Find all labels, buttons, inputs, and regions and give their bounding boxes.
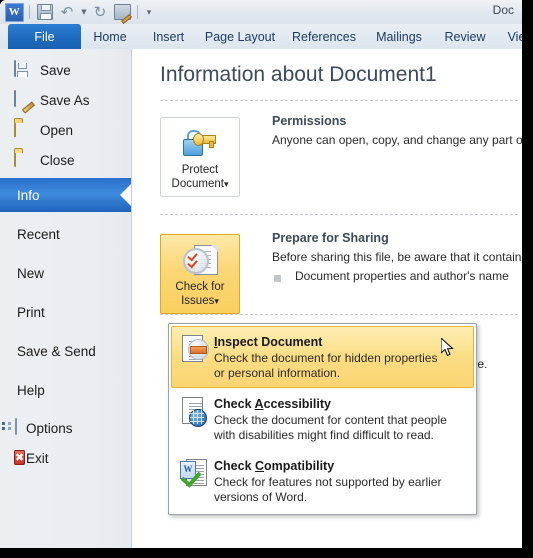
section-divider-1 [160, 100, 518, 101]
page-title: Information about Document1 [160, 63, 437, 86]
bullet-marker [274, 275, 281, 282]
title-bar: W ↶ ▼ ↻ ▾ Doc [0, 0, 522, 24]
menu-item-inspect-document[interactable]: Inspect Document Check the document for … [171, 326, 474, 388]
qat-separator-1 [29, 5, 30, 19]
menu-item-title: Check Compatibility [214, 459, 335, 473]
info-pane: Information about Document1 Protect Docu… [132, 49, 522, 548]
sidebar-item-label: Save As [40, 92, 90, 108]
selection-arrow-icon [120, 184, 131, 206]
ribbon-tab-strip: File Home Insert Page Layout References … [0, 24, 522, 50]
protect-document-button[interactable]: Protect Document▾ [160, 117, 240, 197]
sidebar-item-options[interactable]: Options [0, 415, 131, 441]
menu-item-description-line2: versions of Word. [214, 490, 308, 504]
prepare-for-sharing-description: Before sharing this file, be aware that … [272, 250, 522, 264]
word-logo-icon: W [4, 2, 24, 22]
sidebar-item-save[interactable]: Save [0, 57, 131, 83]
menu-item-description-line1: Check for features not supported by earl… [214, 475, 442, 489]
check-for-issues-dropdown-menu: Inspect Document Check the document for … [168, 323, 477, 515]
menu-item-description-line1: Check the document for content that peop… [214, 413, 447, 427]
sidebar-item-recent[interactable]: Recent [0, 221, 131, 247]
menu-item-description-line1: Check the document for hidden properties [214, 351, 438, 365]
window-right-edge [522, 0, 533, 558]
tab-view[interactable]: View [487, 24, 522, 49]
permissions-description: Anyone can open, copy, and change any pa… [272, 133, 522, 147]
save-as-icon [14, 90, 32, 109]
undo-dropdown-icon[interactable]: ▼ [79, 2, 88, 22]
window-bottom-edge [0, 548, 533, 558]
sidebar-item-label: Save [40, 62, 71, 78]
protect-document-label-line1: Protect [181, 164, 219, 176]
sidebar-item-label: Save & Send [17, 343, 96, 359]
sidebar-item-help[interactable]: Help [0, 377, 131, 403]
save-icon[interactable] [35, 2, 55, 22]
sidebar-item-label: Recent [17, 226, 60, 242]
menu-item-check-accessibility[interactable]: Check Accessibility Check the document f… [171, 388, 474, 450]
sidebar-item-open[interactable]: Open [0, 117, 131, 143]
sidebar-item-label: Close [40, 152, 75, 168]
open-folder-icon [14, 120, 32, 139]
check-for-issues-button[interactable]: Check for Issues▾ [160, 234, 240, 314]
screenshot-root: W ↶ ▼ ↻ ▾ Doc File Home Insert Page Layo… [0, 0, 533, 558]
word-app-button[interactable]: W [4, 2, 24, 22]
menu-item-description-line2: or personal information. [214, 366, 341, 380]
sidebar-item-exit[interactable]: ✖ Exit [0, 445, 131, 471]
close-folder-icon [14, 150, 32, 169]
backstage-nav: Save Save As Open Close Info Recent New … [0, 49, 132, 548]
menu-item-check-compatibility[interactable]: W Check Compatibility Check for features… [171, 450, 474, 512]
menu-item-title: Inspect Document [214, 335, 323, 349]
menu-item-title: Check Accessibility [214, 397, 331, 411]
section-divider-2 [160, 214, 518, 215]
backstage-view: Save Save As Open Close Info Recent New … [0, 49, 522, 548]
protect-document-label-line2: Document [171, 178, 224, 190]
check-accessibility-icon [178, 395, 208, 427]
sidebar-item-label: New [17, 265, 45, 281]
sidebar-item-label: Info [17, 187, 40, 203]
qat-separator-2 [137, 5, 138, 19]
menu-item-description-line2: with disabilities might find difficult t… [214, 428, 434, 442]
prepare-for-sharing-heading: Prepare for Sharing [272, 231, 389, 245]
word-application-window: W ↶ ▼ ↻ ▾ Doc File Home Insert Page Layo… [0, 0, 522, 548]
sidebar-item-label: Print [17, 304, 45, 320]
section-divider-3 [160, 314, 518, 315]
sidebar-item-label: Help [17, 382, 45, 398]
customize-qat-icon[interactable]: ▾ [143, 2, 155, 22]
check-for-issues-icon [181, 244, 219, 278]
chevron-down-icon[interactable]: ▾ [224, 179, 229, 189]
sidebar-item-label: Options [26, 420, 73, 436]
prepare-for-sharing-bullet-1: Document properties and author's name [295, 269, 509, 283]
sidebar-item-new[interactable]: New [0, 260, 131, 286]
inspect-document-icon [178, 333, 209, 365]
sidebar-item-save-as[interactable]: Save As [0, 87, 131, 113]
chevron-down-icon[interactable]: ▾ [214, 296, 219, 306]
floppy-disk-icon [14, 60, 32, 79]
document-title: Doc [492, 3, 514, 17]
exit-icon: ✖ [14, 450, 26, 465]
sidebar-item-label: Exit [26, 450, 49, 466]
save-as-icon[interactable] [112, 2, 132, 22]
redo-icon[interactable]: ↻ [90, 2, 110, 22]
sidebar-item-info[interactable]: Info [0, 178, 131, 212]
permissions-heading: Permissions [272, 114, 347, 128]
check-for-issues-label-line2: Issues [181, 295, 215, 307]
options-icon [0, 418, 18, 437]
sidebar-item-close[interactable]: Close [0, 147, 131, 173]
check-compatibility-icon: W [178, 457, 208, 489]
quick-access-toolbar: W ↶ ▼ ↻ ▾ [4, 1, 155, 23]
lock-and-key-icon [181, 127, 219, 161]
undo-icon[interactable]: ↶ [57, 2, 77, 22]
sidebar-item-save-and-send[interactable]: Save & Send [0, 338, 131, 364]
sidebar-item-print[interactable]: Print [0, 299, 131, 325]
check-for-issues-label-line1: Check for [175, 281, 225, 293]
sidebar-item-label: Open [40, 122, 74, 138]
